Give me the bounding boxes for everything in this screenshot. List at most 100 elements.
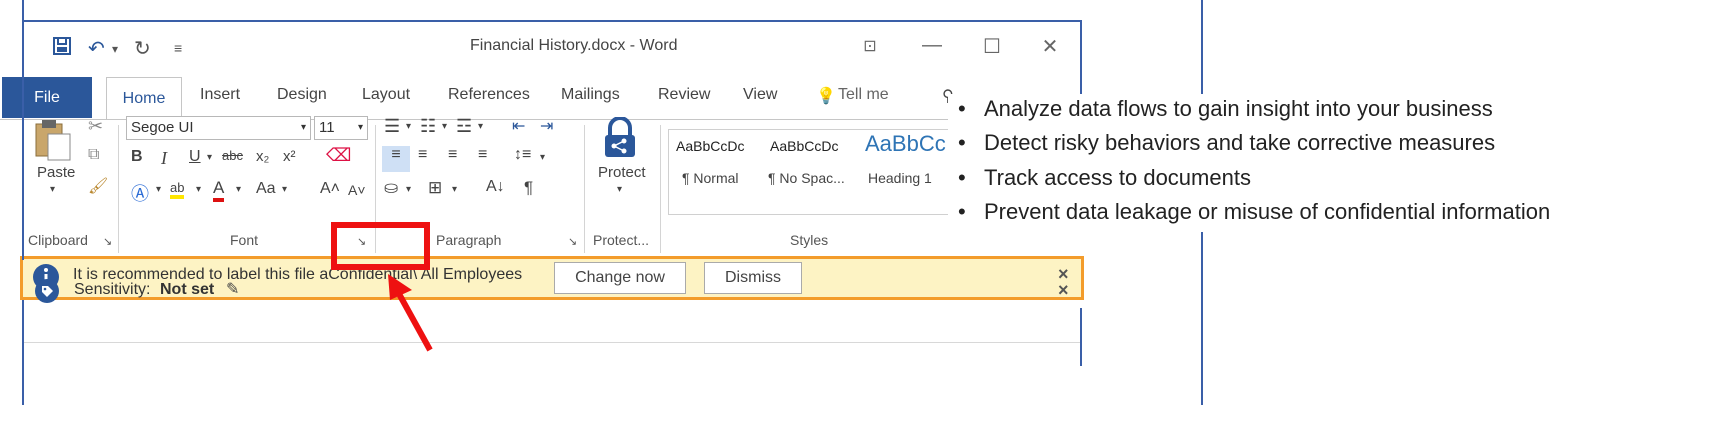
highlight-dropdown-icon[interactable]: ▾ <box>196 184 201 195</box>
bullet-item: Track access to documents <box>958 165 1251 191</box>
font-name-combo[interactable]: Segoe UI ▾ <box>126 116 311 140</box>
tab-file[interactable]: File <box>2 77 92 118</box>
tab-home[interactable]: Home <box>106 77 182 120</box>
highlight-color-icon[interactable]: ab <box>170 180 185 199</box>
change-case-button[interactable]: Aa <box>256 180 276 198</box>
window-title: Financial History.docx - Word <box>470 37 678 54</box>
change-case-dropdown-icon[interactable]: ▾ <box>282 184 287 195</box>
divider <box>660 125 661 253</box>
increase-indent-icon[interactable]: ⇥ <box>540 116 553 136</box>
italic-button[interactable]: I <box>161 148 167 169</box>
line-spacing-dropdown-icon[interactable]: ▾ <box>540 152 545 163</box>
tab-review[interactable]: Review <box>658 86 710 104</box>
undo-icon[interactable]: ↶ <box>88 36 105 61</box>
show-formatting-icon[interactable]: ¶ <box>524 178 533 198</box>
font-color-icon[interactable]: A <box>213 178 225 202</box>
align-left-button[interactable]: ≡ <box>382 146 410 172</box>
tab-view[interactable]: View <box>743 86 777 104</box>
superscript-button[interactable]: x² <box>283 148 296 165</box>
undo-dropdown-icon[interactable]: ▾ <box>112 42 118 56</box>
shading-icon[interactable]: ⛀ <box>384 178 398 198</box>
divider <box>584 125 585 253</box>
protect-lock-icon[interactable] <box>602 116 638 164</box>
sensitivity-tag-icon <box>34 278 60 309</box>
close-button[interactable]: ✕ <box>1030 34 1070 59</box>
protect-group-label: Protect... <box>593 232 650 248</box>
dismiss-button[interactable]: Dismiss <box>704 262 802 294</box>
copy-icon[interactable]: ⧉ <box>88 146 99 164</box>
text-effects-dropdown-icon[interactable]: ▾ <box>156 184 161 195</box>
maximize-button[interactable]: ☐ <box>972 34 1012 59</box>
tell-me-box[interactable]: Tell me <box>838 86 889 104</box>
font-size-combo[interactable]: 11 ▾ <box>314 116 368 140</box>
bullets-icon[interactable]: ☰ <box>384 116 400 137</box>
shrink-font-icon[interactable]: A˅ <box>348 182 366 198</box>
style-heading1-name[interactable]: Heading 1 <box>868 170 932 186</box>
redo-icon[interactable]: ↻ <box>134 36 151 61</box>
align-center-button[interactable]: ≡ <box>418 146 427 164</box>
sort-icon[interactable]: A↓ <box>486 178 505 196</box>
decrease-indent-icon[interactable]: ⇤ <box>512 116 525 136</box>
format-painter-icon[interactable]: 🖌 <box>88 176 108 196</box>
shading-dropdown-icon[interactable]: ▾ <box>406 184 411 195</box>
style-normal-sample[interactable]: AaBbCcDc <box>676 138 744 154</box>
customize-qat-icon[interactable]: ≡ <box>174 40 182 56</box>
justify-button[interactable]: ≡ <box>478 146 487 164</box>
paste-dropdown-icon[interactable]: ▾ <box>50 184 55 195</box>
sensitivity-value[interactable]: Not set <box>160 281 214 299</box>
ribbon-display-icon[interactable]: ⊡ <box>850 36 890 56</box>
underline-dropdown-icon[interactable]: ▾ <box>207 152 212 163</box>
bullet-item: Detect risky behaviors and take correcti… <box>958 130 1495 156</box>
strikethrough-button[interactable]: abc <box>222 148 243 163</box>
borders-dropdown-icon[interactable]: ▾ <box>452 184 457 195</box>
text-effects-icon[interactable]: Ⓐ <box>131 180 149 206</box>
align-right-button[interactable]: ≡ <box>448 146 457 164</box>
minimize-button[interactable]: — <box>912 34 952 57</box>
window-border-top <box>22 20 1082 22</box>
style-normal-name[interactable]: ¶ Normal <box>682 170 739 186</box>
window-border-left-top <box>22 20 24 260</box>
font-group-label: Font <box>230 232 259 248</box>
grow-font-icon[interactable]: A˄ <box>320 180 340 198</box>
style-no-spacing-name[interactable]: ¶ No Spac... <box>768 170 845 186</box>
numbering-dropdown-icon[interactable]: ▾ <box>442 121 447 132</box>
highlight-box <box>331 222 430 270</box>
tab-layout[interactable]: Layout <box>362 86 410 104</box>
subscript-button[interactable]: x₂ <box>256 148 269 165</box>
borders-icon[interactable]: ⊞ <box>428 178 442 198</box>
protect-button[interactable]: Protect <box>598 164 646 181</box>
multilevel-dropdown-icon[interactable]: ▾ <box>478 121 483 132</box>
sensitivity-bar <box>22 302 1082 343</box>
tab-design[interactable]: Design <box>277 86 327 104</box>
clipboard-launcher-icon[interactable]: ↘ <box>103 235 112 248</box>
tab-references[interactable]: References <box>448 86 530 104</box>
paste-icon[interactable] <box>32 118 74 167</box>
paragraph-launcher-icon[interactable]: ↘ <box>568 235 577 248</box>
paste-button[interactable]: Paste <box>37 164 75 181</box>
tab-mailings[interactable]: Mailings <box>561 86 620 104</box>
window-border-right-top <box>1080 20 1082 105</box>
sensitivity-close-icon[interactable]: × <box>1058 280 1069 301</box>
numbering-icon[interactable]: ☷ <box>420 116 436 137</box>
underline-button[interactable]: U <box>189 148 201 166</box>
tab-insert[interactable]: Insert <box>200 86 240 104</box>
save-icon[interactable] <box>52 36 72 62</box>
cut-icon[interactable]: ✂ <box>88 116 103 137</box>
clipboard-group-label: Clipboard <box>28 232 88 248</box>
font-color-dropdown-icon[interactable]: ▾ <box>236 184 241 195</box>
protect-dropdown-icon[interactable]: ▾ <box>617 184 622 195</box>
multilevel-list-icon[interactable]: ☲ <box>456 116 472 137</box>
bullet-item: Prevent data leakage or misuse of confid… <box>958 199 1550 225</box>
line-spacing-icon[interactable]: ↕≡ <box>514 146 531 164</box>
style-no-spacing-sample[interactable]: AaBbCcDc <box>770 138 838 154</box>
style-heading1-sample[interactable]: AaBbCc <box>865 131 946 157</box>
change-now-button[interactable]: Change now <box>554 262 686 294</box>
window-border-left <box>22 308 24 366</box>
clear-formatting-icon[interactable]: ⌫ <box>326 145 351 166</box>
edit-pencil-icon[interactable]: ✎ <box>226 279 239 299</box>
bullets-dropdown-icon[interactable]: ▾ <box>406 121 411 132</box>
divider <box>118 125 119 253</box>
annotation-arrow <box>388 274 433 352</box>
bold-button[interactable]: B <box>131 148 143 166</box>
window-border-right <box>1080 308 1082 366</box>
